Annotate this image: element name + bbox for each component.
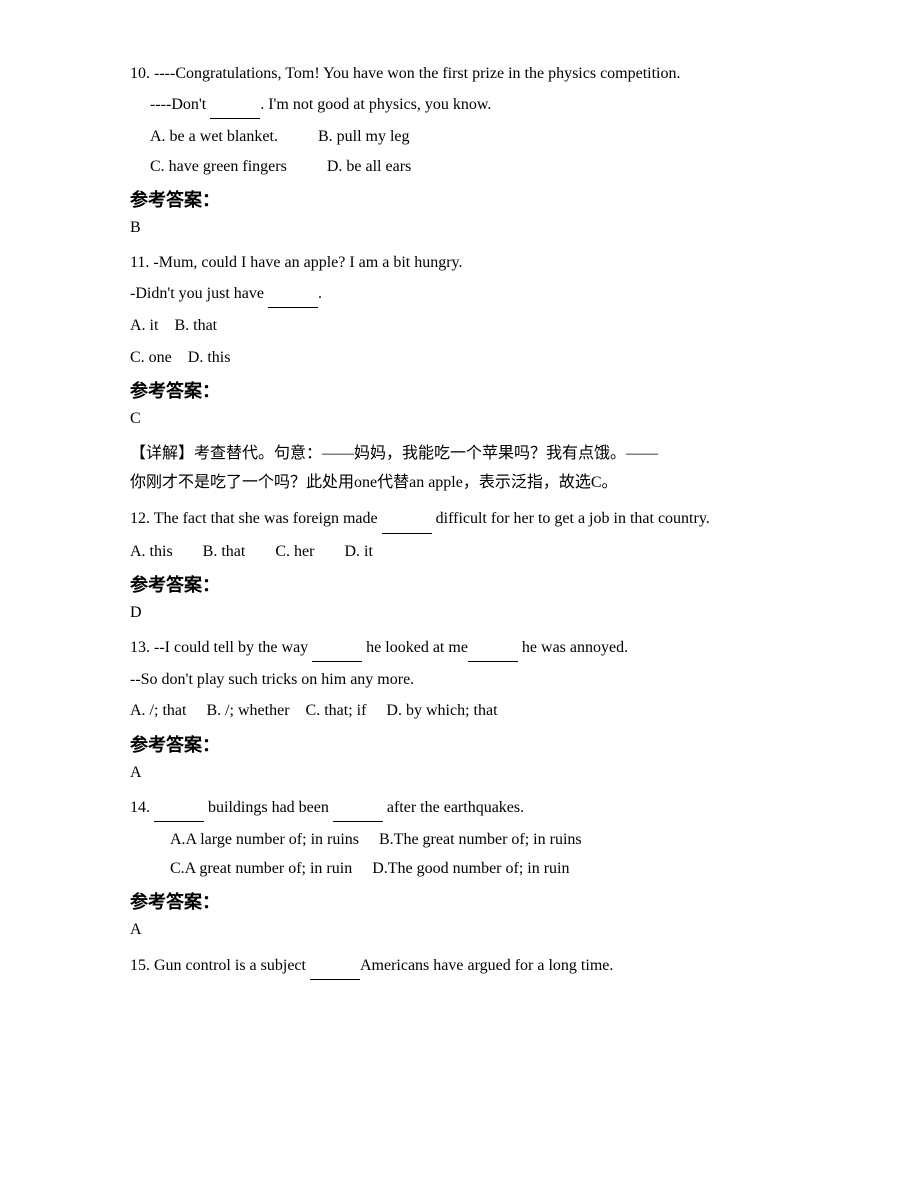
q12-answer: D [130,599,820,626]
question-12: 12. The fact that she was foreign made d… [130,505,820,626]
q11-line2: -Didn't you just have . [130,280,820,308]
q12-blank [382,505,432,533]
q11-line1: 11. -Mum, could I have an apple? I am a … [130,249,820,276]
question-13: 13. --I could tell by the way he looked … [130,634,820,786]
question-14: 14. buildings had been after the earthqu… [130,794,820,944]
q10-option-d: D. be all ears [327,153,411,180]
q13-options: A. /; that B. /; whether C. that; if D. … [130,697,820,724]
q10-option-b: B. pull my leg [318,123,410,150]
q10-answer-label: 参考答案： [130,186,820,212]
q10-line1: 10. ----Congratulations, Tom! You have w… [130,60,820,87]
q12-option-c: C. her [275,538,314,565]
q13-line1: 13. --I could tell by the way he looked … [130,634,820,662]
q10-options-cd: C. have green fingers D. be all ears [150,153,820,180]
q14-options-ab: A.A large number of; in ruins B.The grea… [170,826,820,853]
q13-answer: A [130,759,820,786]
q12-option-d: D. it [344,538,372,565]
q14-answer: A [130,916,820,943]
q12-answer-label: 参考答案： [130,571,820,597]
q12-options: A. this B. that C. her D. it [130,538,820,565]
q10-line2: ----Don't . I'm not good at physics, you… [150,91,820,119]
q14-blank1 [154,794,204,822]
q14-options-cd: C.A great number of; in ruin D.The good … [170,855,820,882]
q11-answer: C [130,405,820,432]
q14-answer-label: 参考答案： [130,888,820,914]
q12-option-a: A. this [130,538,173,565]
q13-blank2 [468,634,518,662]
q11-answer-label: 参考答案： [130,377,820,403]
q15-blank [310,952,360,980]
q13-blank1 [312,634,362,662]
q15-line1: 15. Gun control is a subject Americans h… [130,952,820,980]
question-10: 10. ----Congratulations, Tom! You have w… [130,60,820,241]
q11-explanation: 【详解】考查替代。句意：——妈妈，我能吃一个苹果吗？我有点饿。—— 你刚才不是吃… [130,440,820,498]
q10-blank [210,91,260,119]
q10-option-c: C. have green fingers [150,153,287,180]
question-11: 11. -Mum, could I have an apple? I am a … [130,249,820,498]
q14-line1: 14. buildings had been after the earthqu… [130,794,820,822]
q10-option-a: A. be a wet blanket. [150,123,278,150]
question-15: 15. Gun control is a subject Americans h… [130,952,820,980]
q11-blank [268,280,318,308]
q11-options-ab: A. it B. that [130,312,820,339]
q10-options-ab: A. be a wet blanket. B. pull my leg [150,123,820,150]
q13-line2: --So don't play such tricks on him any m… [130,666,820,693]
q12-option-b: B. that [203,538,246,565]
q10-answer: B [130,214,820,241]
q11-options-cd: C. one D. this [130,344,820,371]
q13-answer-label: 参考答案： [130,731,820,757]
q12-line1: 12. The fact that she was foreign made d… [130,505,820,533]
page-content: 10. ----Congratulations, Tom! You have w… [130,60,820,980]
q14-blank2 [333,794,383,822]
